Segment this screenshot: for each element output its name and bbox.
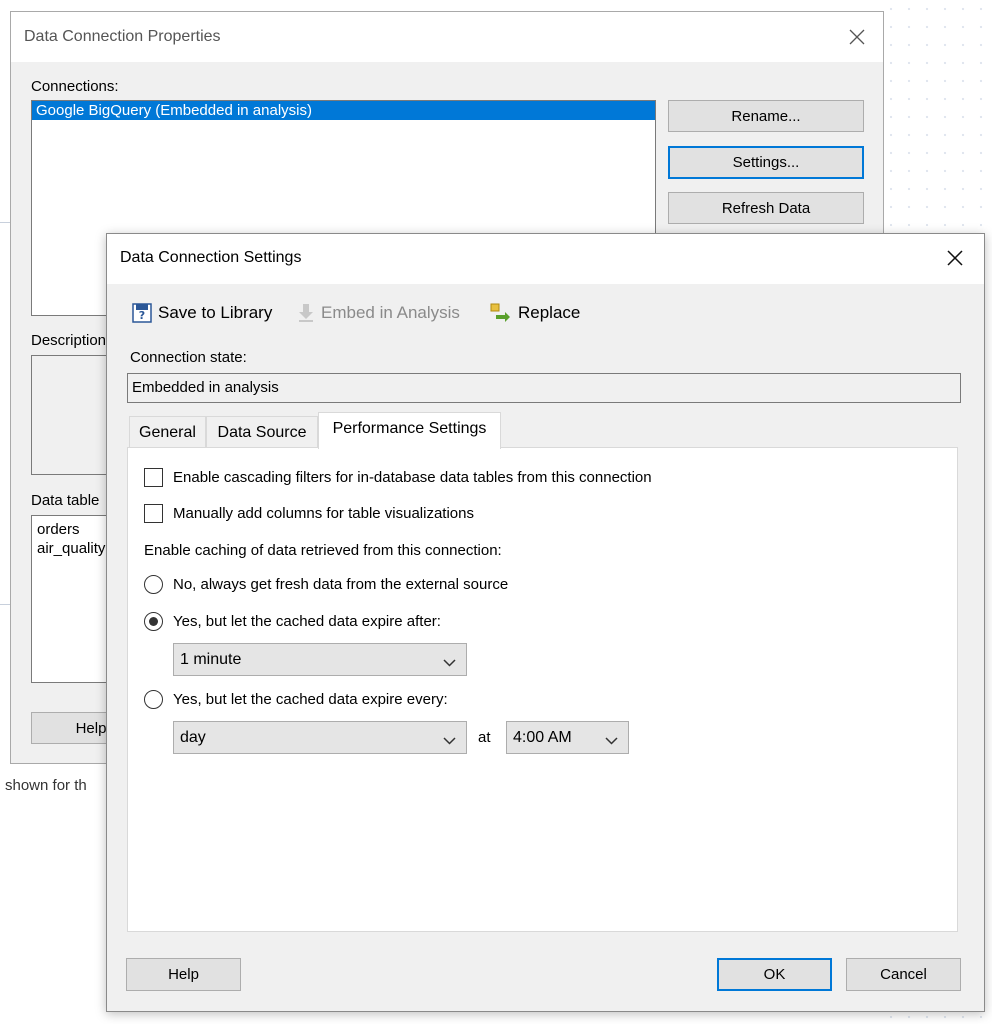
- at-label: at: [478, 729, 491, 746]
- manual-columns-checkbox[interactable]: [144, 504, 163, 523]
- radio-selected-dot: [149, 617, 158, 626]
- radio-expire-every[interactable]: [144, 690, 163, 709]
- data-connection-settings-dialog: Data Connection Settings ? Save to Libra…: [106, 233, 985, 1012]
- radio-expire-after[interactable]: [144, 612, 163, 631]
- outer-close-icon[interactable]: [834, 22, 880, 52]
- save-to-library-label: Save to Library: [158, 303, 273, 322]
- expire-every-select[interactable]: day: [173, 721, 467, 754]
- radio-expire-every-label: Yes, but let the cached data expire ever…: [173, 691, 448, 708]
- radio-option-expire-every[interactable]: Yes, but let the cached data expire ever…: [144, 690, 448, 709]
- download-arrow-icon: [297, 303, 315, 323]
- manual-columns-label: Manually add columns for table visualiza…: [173, 505, 474, 522]
- connection-item-selected[interactable]: Google BigQuery (Embedded in analysis): [32, 101, 655, 120]
- save-library-icon: ?: [132, 303, 152, 323]
- connection-state-label: Connection state:: [130, 349, 247, 366]
- time-value: 4:00 AM: [513, 728, 572, 746]
- cascading-filters-checkbox[interactable]: [144, 468, 163, 487]
- replace-icon: [490, 303, 512, 323]
- refresh-data-button[interactable]: Refresh Data: [668, 192, 864, 224]
- save-to-library-button[interactable]: ? Save to Library: [132, 303, 272, 323]
- replace-button[interactable]: Replace: [490, 303, 580, 323]
- inner-titlebar: Data Connection Settings: [107, 234, 984, 284]
- tab-general[interactable]: General: [129, 416, 206, 448]
- cascading-filters-label: Enable cascading filters for in-database…: [173, 469, 652, 486]
- description-label: Description: [31, 332, 107, 349]
- expire-after-select[interactable]: 1 minute: [173, 643, 467, 676]
- radio-no-cache[interactable]: [144, 575, 163, 594]
- chevron-down-icon: [443, 654, 456, 672]
- svg-text:?: ?: [139, 309, 145, 322]
- tab-data-source[interactable]: Data Source: [206, 416, 318, 448]
- expire-after-value: 1 minute: [180, 650, 242, 668]
- inner-close-icon[interactable]: [932, 243, 978, 273]
- chevron-down-icon: [605, 732, 618, 750]
- background-status-text: shown for th: [5, 777, 87, 794]
- cancel-button[interactable]: Cancel: [846, 958, 961, 991]
- inner-dialog-title: Data Connection Settings: [120, 249, 302, 266]
- replace-label: Replace: [518, 303, 581, 322]
- cascading-filters-option[interactable]: Enable cascading filters for in-database…: [144, 468, 652, 487]
- expire-every-value: day: [180, 728, 206, 746]
- connections-label: Connections:: [31, 78, 119, 95]
- time-select[interactable]: 4:00 AM: [506, 721, 629, 754]
- radio-option-no-cache[interactable]: No, always get fresh data from the exter…: [144, 575, 508, 594]
- settings-button[interactable]: Settings...: [668, 146, 864, 179]
- embed-in-analysis-button[interactable]: Embed in Analysis: [297, 303, 460, 323]
- chevron-down-icon: [443, 732, 456, 750]
- embed-in-analysis-label: Embed in Analysis: [321, 303, 460, 322]
- outer-dialog-title: Data Connection Properties: [24, 28, 221, 45]
- radio-expire-after-label: Yes, but let the cached data expire afte…: [173, 613, 441, 630]
- caching-label: Enable caching of data retrieved from th…: [144, 542, 502, 559]
- radio-no-cache-label: No, always get fresh data from the exter…: [173, 576, 509, 593]
- outer-titlebar: Data Connection Properties: [11, 12, 883, 62]
- ok-button[interactable]: OK: [717, 958, 832, 991]
- data-tables-label: Data table: [31, 492, 100, 509]
- tab-performance-settings[interactable]: Performance Settings: [318, 412, 501, 449]
- rename-button[interactable]: Rename...: [668, 100, 864, 132]
- manual-columns-option[interactable]: Manually add columns for table visualiza…: [144, 504, 474, 523]
- performance-settings-panel: Enable cascading filters for in-database…: [127, 447, 958, 932]
- radio-option-expire-after[interactable]: Yes, but let the cached data expire afte…: [144, 612, 441, 631]
- connection-state-field: Embedded in analysis: [127, 373, 961, 403]
- inner-help-button[interactable]: Help: [126, 958, 241, 991]
